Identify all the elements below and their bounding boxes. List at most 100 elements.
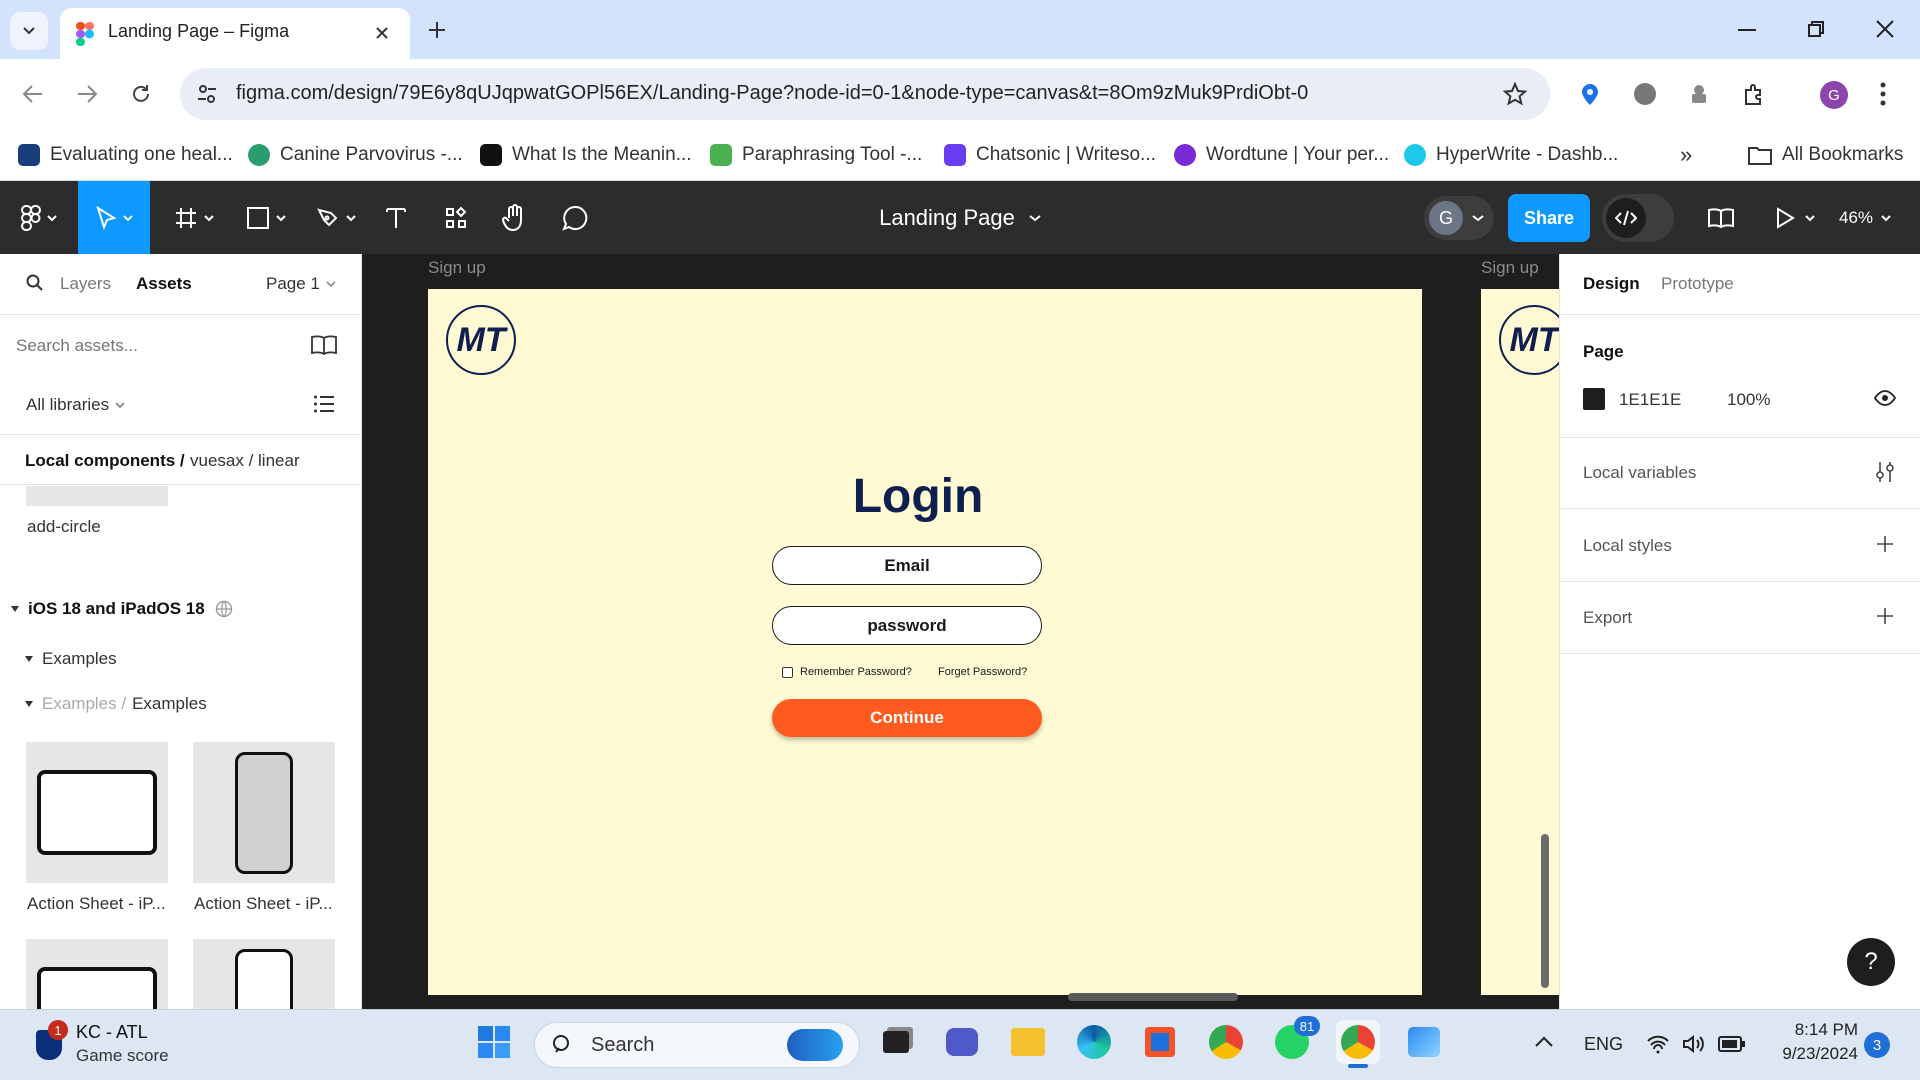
- chevron-up-icon[interactable]: [1534, 1036, 1554, 1048]
- add-icon[interactable]: [1876, 607, 1894, 625]
- bookmark-item[interactable]: Chatsonic | Writeso...: [944, 140, 1156, 170]
- tab-layers[interactable]: Layers: [60, 274, 111, 294]
- zoom-menu-button[interactable]: 46%: [1834, 181, 1896, 254]
- bookmark-item[interactable]: Canine Parvovirus -...: [248, 140, 463, 170]
- tab-search-button[interactable]: [10, 12, 48, 50]
- forget-password-link[interactable]: Forget Password?: [938, 666, 1027, 678]
- restore-icon[interactable]: [1807, 20, 1825, 38]
- extension-globe-icon[interactable]: [1634, 83, 1656, 105]
- battery-icon[interactable]: [1718, 1036, 1746, 1052]
- url-text[interactable]: figma.com/design/79E6y8qUJqpwatGOPl56EX/…: [236, 82, 1308, 105]
- horizontal-scrollbar[interactable]: [1068, 993, 1238, 1001]
- close-window-icon[interactable]: [1876, 20, 1894, 38]
- asset-thumbnail[interactable]: [193, 939, 335, 1009]
- eye-icon[interactable]: [1874, 390, 1896, 406]
- browser-tab-active[interactable]: Landing Page – Figma: [60, 8, 410, 59]
- add-icon[interactable]: [1876, 535, 1894, 553]
- profile-avatar[interactable]: G: [1820, 81, 1848, 109]
- asset-thumbnail[interactable]: [26, 939, 168, 1009]
- new-tab-icon[interactable]: [427, 20, 447, 40]
- store-button[interactable]: [1138, 1020, 1182, 1064]
- component-name[interactable]: add-circle: [27, 517, 101, 537]
- language-indicator[interactable]: ENG: [1584, 1034, 1623, 1055]
- back-icon[interactable]: [22, 84, 44, 104]
- bookmark-item[interactable]: What Is the Meanin...: [480, 140, 692, 170]
- photos-button[interactable]: [1402, 1020, 1446, 1064]
- list-view-icon[interactable]: [314, 395, 334, 413]
- reload-icon[interactable]: [130, 83, 152, 105]
- hand-tool-button[interactable]: [498, 181, 532, 254]
- group-header[interactable]: Examples: [24, 649, 117, 669]
- notification-count-badge[interactable]: 3: [1864, 1032, 1890, 1058]
- site-info-icon[interactable]: [196, 83, 218, 105]
- page-color-swatch[interactable]: [1583, 388, 1605, 410]
- minimize-icon[interactable]: [1738, 28, 1756, 32]
- local-variables-label[interactable]: Local variables: [1583, 463, 1696, 483]
- library-button[interactable]: [1704, 181, 1738, 254]
- email-field[interactable]: Email: [772, 546, 1042, 585]
- bookmark-star-icon[interactable]: [1503, 82, 1527, 106]
- volume-icon[interactable]: [1682, 1034, 1706, 1054]
- close-icon[interactable]: [374, 25, 390, 41]
- pen-tool-button[interactable]: [308, 181, 364, 254]
- main-menu-button[interactable]: [10, 181, 68, 254]
- address-bar[interactable]: figma.com/design/79E6y8qUJqpwatGOPl56EX/…: [180, 68, 1550, 120]
- taskview-button[interactable]: [874, 1020, 918, 1064]
- share-button[interactable]: Share: [1508, 194, 1590, 242]
- file-explorer-button[interactable]: [1006, 1020, 1050, 1064]
- extensions-icon[interactable]: [1742, 82, 1766, 106]
- search-icon[interactable]: [26, 274, 44, 292]
- bookmark-item[interactable]: Paraphrasing Tool -...: [710, 140, 922, 170]
- multiplayer-avatar-button[interactable]: G: [1424, 196, 1494, 240]
- resources-button[interactable]: [440, 181, 472, 254]
- clock[interactable]: 8:14 PM 9/23/2024: [1758, 1020, 1858, 1064]
- edge-button[interactable]: [1072, 1020, 1116, 1064]
- breadcrumb-path[interactable]: vuesax / linear: [190, 451, 300, 471]
- whatsapp-button[interactable]: 81: [1270, 1016, 1320, 1064]
- news-widget[interactable]: 1 KC - ATL Game score: [34, 1020, 204, 1070]
- page-selector[interactable]: Page 1: [266, 274, 336, 294]
- extension-puzzle-icon[interactable]: [1688, 83, 1710, 105]
- frame-label[interactable]: Sign up: [1481, 258, 1539, 278]
- library-book-icon[interactable]: [310, 334, 338, 356]
- wifi-icon[interactable]: [1646, 1034, 1670, 1054]
- text-tool-button[interactable]: [380, 181, 412, 254]
- bookmark-item[interactable]: HyperWrite - Dashb...: [1404, 140, 1618, 170]
- more-vert-icon[interactable]: [1880, 82, 1886, 106]
- vertical-scrollbar[interactable]: [1541, 834, 1549, 988]
- bookmark-item[interactable]: Evaluating one heal...: [18, 140, 233, 170]
- start-button[interactable]: [472, 1020, 516, 1064]
- help-button[interactable]: ?: [1847, 938, 1895, 986]
- tab-assets[interactable]: Assets: [136, 274, 192, 294]
- present-button[interactable]: [1770, 181, 1820, 254]
- page-color-opacity[interactable]: 100%: [1727, 390, 1770, 410]
- asset-search-input[interactable]: [16, 330, 296, 362]
- all-bookmarks-button[interactable]: All Bookmarks: [1748, 140, 1903, 170]
- tab-prototype[interactable]: Prototype: [1661, 274, 1734, 294]
- subgroup-header[interactable]: Examples / Examples: [24, 694, 207, 714]
- frame-label[interactable]: Sign up: [428, 258, 486, 278]
- signup-frame[interactable]: MT Login Email password Remember Passwor…: [428, 289, 1422, 995]
- more-bookmarks-button[interactable]: »: [1680, 140, 1692, 170]
- asset-name[interactable]: Action Sheet - iP...: [194, 894, 333, 914]
- library-section-header[interactable]: iOS 18 and iPadOS 18: [10, 599, 233, 619]
- page-color-hex[interactable]: 1E1E1E: [1619, 390, 1681, 410]
- continue-button[interactable]: Continue: [772, 699, 1042, 737]
- component-thumbnail[interactable]: [26, 486, 168, 506]
- remember-password-checkbox[interactable]: Remember Password?: [782, 666, 912, 678]
- breadcrumb-root[interactable]: Local components /: [25, 451, 185, 471]
- forward-icon[interactable]: [76, 84, 98, 104]
- asset-thumbnail[interactable]: [26, 742, 168, 883]
- taskbar-search[interactable]: Search: [534, 1022, 860, 1068]
- comment-tool-button[interactable]: [558, 181, 592, 254]
- teams-button[interactable]: [940, 1020, 984, 1064]
- local-styles-label[interactable]: Local styles: [1583, 536, 1672, 556]
- location-icon[interactable]: [1580, 82, 1600, 106]
- password-field[interactable]: password: [772, 606, 1042, 645]
- tab-design[interactable]: Design: [1583, 274, 1640, 294]
- move-tool-button[interactable]: [78, 181, 150, 254]
- asset-name[interactable]: Action Sheet - iP...: [27, 894, 166, 914]
- chrome-profile-button[interactable]: [1336, 1020, 1380, 1068]
- shape-tool-button[interactable]: [238, 181, 294, 254]
- dev-mode-toggle[interactable]: [1602, 194, 1674, 242]
